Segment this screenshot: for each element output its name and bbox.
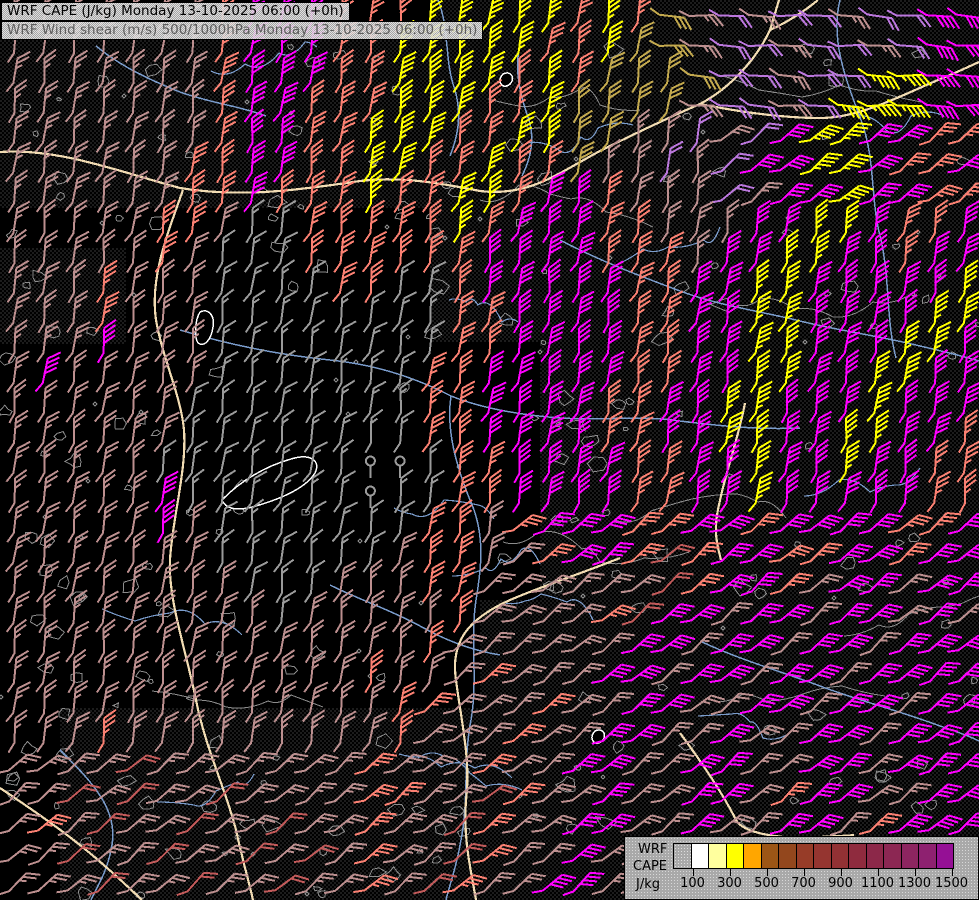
legend-label-unit: J/kg [636,877,660,892]
weather-map-app: WRF CAPE (J/kg) Monday 13-10-2025 06:00 … [0,0,979,900]
legend-swatch [761,843,780,869]
legend-tick [767,869,768,876]
legend-swatch [866,843,885,869]
legend-color-scale [674,843,954,869]
map-canvas[interactable] [0,0,979,900]
legend-swatch [936,843,955,869]
legend-swatch [831,843,850,869]
legend-swatch [796,843,815,869]
legend-label-wrf: WRF [638,842,667,857]
legend-tick [693,869,694,876]
title-box-cape: WRF CAPE (J/kg) Monday 13-10-2025 06:00 … [1,2,350,21]
cape-legend: WRF CAPE J/kg 10030050070090011001300150… [624,836,979,900]
legend-tick [730,869,731,876]
legend-swatch [813,843,832,869]
legend-swatch [778,843,797,869]
legend-swatch [726,843,745,869]
legend-label-cape: CAPE [633,859,667,874]
legend-swatch [743,843,762,869]
legend-swatch [708,843,727,869]
legend-swatch [883,843,902,869]
legend-swatch [673,843,692,869]
legend-tick [952,869,953,876]
legend-tick [915,869,916,876]
legend-tick [878,869,879,876]
legend-swatch [901,843,920,869]
legend-swatch [848,843,867,869]
legend-swatch [918,843,937,869]
title-wind-shear-text: WRF Wind shear (m/s) 500/1000hPa Monday … [7,22,477,38]
legend-tick [804,869,805,876]
title-cape-text: WRF CAPE (J/kg) Monday 13-10-2025 06:00 … [7,3,344,19]
title-box-wind-shear: WRF Wind shear (m/s) 500/1000hPa Monday … [1,21,483,40]
legend-swatch [691,843,710,869]
legend-tick-label: 1500 [930,876,974,891]
legend-tick [841,869,842,876]
